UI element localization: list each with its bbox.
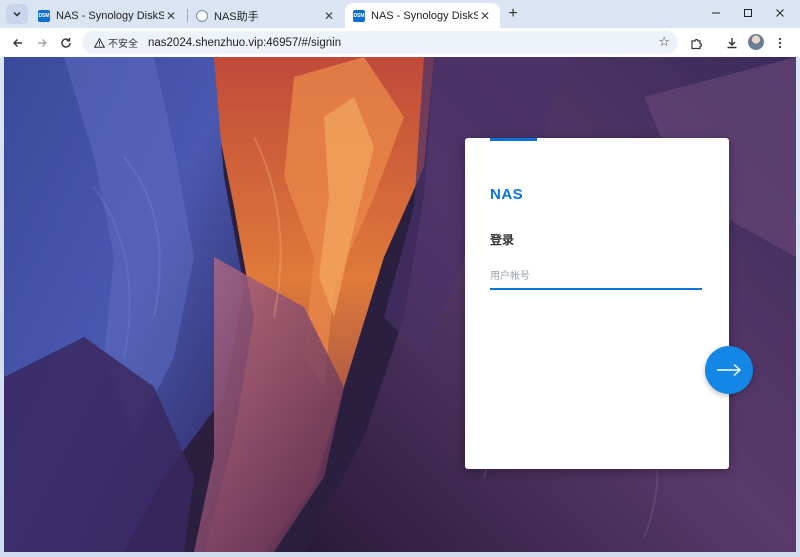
tab-label: NAS - Synology DiskStation	[56, 9, 164, 22]
close-icon	[776, 9, 784, 17]
close-tab-icon[interactable]: ✕	[322, 9, 336, 23]
minimize-button[interactable]	[704, 3, 728, 23]
profile-avatar[interactable]	[748, 34, 764, 50]
brand-title: NAS	[490, 186, 524, 203]
tab-label: NAS - Synology DiskStation	[371, 9, 478, 22]
close-tab-icon[interactable]: ✕	[164, 9, 178, 23]
helper-favicon-icon	[196, 9, 208, 22]
back-arrow-icon	[13, 39, 22, 47]
close-window-button[interactable]	[768, 3, 792, 23]
url-text[interactable]: nas2024.shenzhuo.vip:46957/#/signin	[148, 37, 341, 49]
tab-strip: DSM NAS - Synology DiskStation ✕ NAS助手 ✕…	[0, 0, 800, 28]
bookmark-star-icon[interactable]: ☆	[658, 34, 670, 50]
browser-toolbar: 不安全 nas2024.shenzhuo.vip:46957/#/signin …	[0, 28, 800, 57]
login-card: NAS 登录	[465, 138, 729, 469]
next-button[interactable]	[705, 346, 753, 394]
reload-button[interactable]	[56, 33, 76, 53]
tab-dsm-active[interactable]: DSM NAS - Synology DiskStation ✕	[345, 3, 500, 28]
extensions-button[interactable]	[686, 33, 706, 53]
plus-icon: +	[508, 5, 518, 22]
minimize-icon	[712, 12, 720, 14]
downloads-button[interactable]	[722, 33, 742, 53]
forward-button[interactable]	[32, 33, 52, 53]
forward-arrow-icon	[38, 39, 47, 47]
address-bar[interactable]: 不安全 nas2024.shenzhuo.vip:46957/#/signin …	[82, 31, 678, 54]
security-chip[interactable]: 不安全	[88, 34, 144, 51]
back-button[interactable]	[8, 33, 28, 53]
maximize-button[interactable]	[736, 3, 760, 23]
warning-triangle-icon	[94, 37, 105, 48]
tab-nas-helper[interactable]: NAS助手 ✕	[188, 3, 344, 28]
page-viewport: NAS 登录	[4, 57, 796, 552]
close-tab-icon[interactable]: ✕	[478, 9, 492, 23]
maximize-icon	[744, 9, 752, 17]
tab-search-button[interactable]	[6, 4, 28, 24]
card-accent-bar	[490, 138, 537, 141]
signin-heading: 登录	[490, 233, 515, 247]
puzzle-icon	[690, 38, 702, 49]
security-label: 不安全	[108, 39, 138, 50]
kebab-menu-icon	[778, 37, 782, 49]
chevron-down-icon	[13, 12, 21, 17]
new-tab-button[interactable]: +	[503, 5, 523, 23]
tab-label: NAS助手	[214, 10, 259, 23]
arrow-right-icon	[717, 363, 742, 377]
dsm-favicon-icon: DSM	[353, 9, 365, 22]
reload-icon	[61, 38, 71, 48]
username-input[interactable]	[490, 265, 702, 290]
browser-menu-button[interactable]	[770, 33, 790, 53]
tab-dsm-1[interactable]: DSM NAS - Synology DiskStation ✕	[30, 3, 186, 28]
dsm-favicon-icon: DSM	[38, 9, 50, 22]
download-icon	[727, 38, 737, 49]
